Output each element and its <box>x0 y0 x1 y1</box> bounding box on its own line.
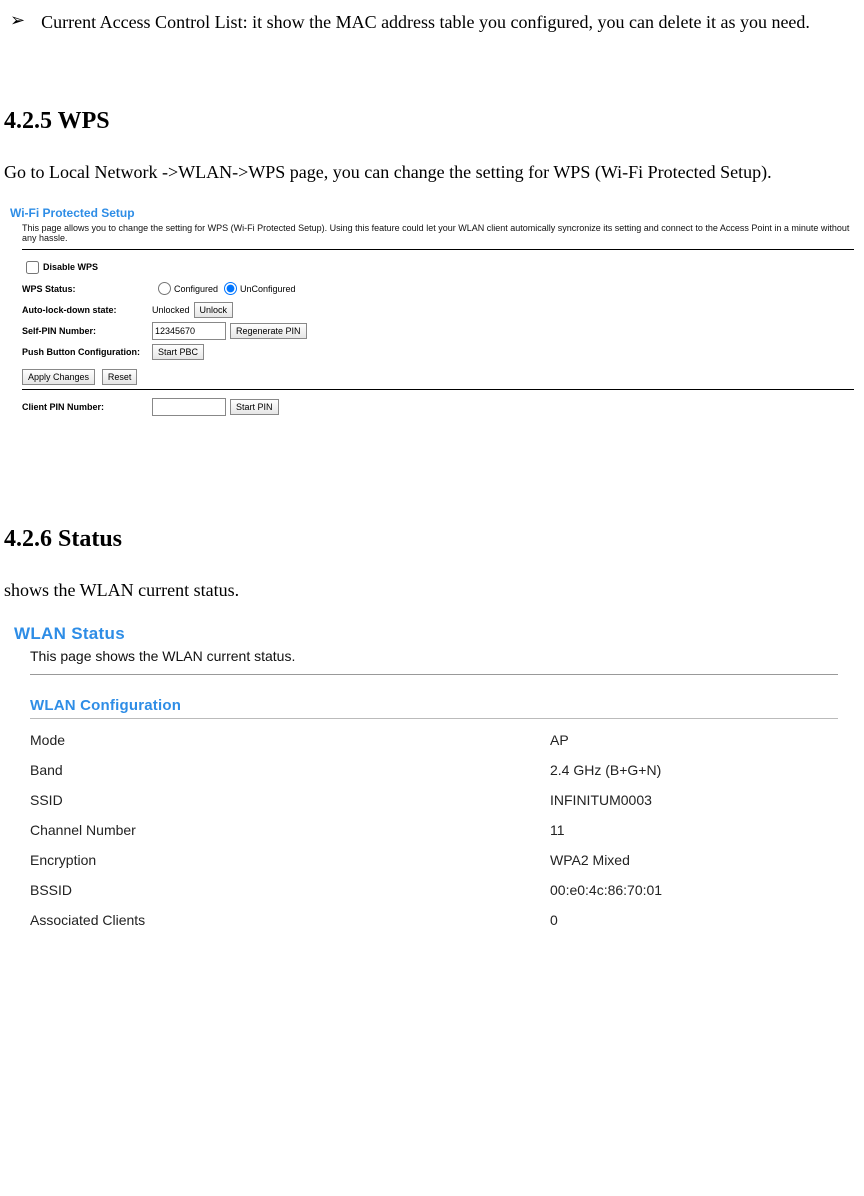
bullet-arrow-icon: ➢ <box>10 6 25 38</box>
status-value: 2.4 GHz (B+G+N) <box>550 762 661 778</box>
section-body-wps: Go to Local Network ->WLAN->WPS page, yo… <box>4 157 858 188</box>
client-pin-row: Client PIN Number: Start PIN <box>22 398 854 416</box>
client-pin-label: Client PIN Number: <box>22 402 152 412</box>
status-row-band: Band 2.4 GHz (B+G+N) <box>30 757 838 783</box>
divider <box>30 674 838 675</box>
wps-panel: Wi-Fi Protected Setup This page allows y… <box>10 206 854 416</box>
disable-wps-checkbox[interactable] <box>26 261 39 274</box>
divider <box>30 718 838 719</box>
status-key: SSID <box>30 792 550 808</box>
status-key: Channel Number <box>30 822 550 838</box>
self-pin-label: Self-PIN Number: <box>22 326 152 336</box>
wps-title: Wi-Fi Protected Setup <box>10 206 854 220</box>
section-heading-wps: 4.2.5 WPS <box>4 108 860 135</box>
status-key: Band <box>30 762 550 778</box>
self-pin-row: Self-PIN Number: Regenerate PIN <box>22 322 854 340</box>
auto-lock-value: Unlocked <box>152 305 190 315</box>
status-row-bssid: BSSID 00:e0:4c:86:70:01 <box>30 877 838 903</box>
section-heading-status: 4.2.6 Status <box>4 526 860 553</box>
status-key: BSSID <box>30 882 550 898</box>
start-pin-button[interactable]: Start PIN <box>230 399 279 415</box>
wps-status-label: WPS Status: <box>22 284 152 294</box>
disable-wps-label: Disable WPS <box>43 262 98 272</box>
status-key: Associated Clients <box>30 912 550 928</box>
status-value: 00:e0:4c:86:70:01 <box>550 882 662 898</box>
divider <box>22 389 854 390</box>
status-value: 0 <box>550 912 558 928</box>
divider <box>22 249 854 250</box>
action-button-row: Apply Changes Reset <box>22 369 854 385</box>
status-key: Encryption <box>30 852 550 868</box>
wps-status-option-configured: Configured <box>174 284 218 294</box>
wps-status-row: WPS Status: Configured UnConfigured <box>22 280 854 298</box>
auto-lock-label: Auto-lock-down state: <box>22 305 152 315</box>
bullet-item: ➢ Current Access Control List: it show t… <box>10 6 858 38</box>
status-row-clients: Associated Clients 0 <box>30 907 838 933</box>
status-row-ssid: SSID INFINITUM0003 <box>30 787 838 813</box>
unlock-button[interactable]: Unlock <box>194 302 234 318</box>
status-row-encryption: Encryption WPA2 Mixed <box>30 847 838 873</box>
auto-lock-row: Auto-lock-down state: Unlocked Unlock <box>22 301 854 319</box>
status-value: AP <box>550 732 569 748</box>
start-pbc-button[interactable]: Start PBC <box>152 344 204 360</box>
wlan-config-subtitle: WLAN Configuration <box>30 697 838 714</box>
status-key: Mode <box>30 732 550 748</box>
wps-status-radio-configured[interactable] <box>158 282 171 295</box>
reset-button[interactable]: Reset <box>102 369 138 385</box>
status-row-mode: Mode AP <box>30 727 838 753</box>
wlan-status-title: WLAN Status <box>14 624 838 644</box>
wps-description: This page allows you to change the setti… <box>22 223 854 243</box>
status-value: INFINITUM0003 <box>550 792 652 808</box>
section-body-status: shows the WLAN current status. <box>4 575 858 606</box>
wlan-status-panel: WLAN Status This page shows the WLAN cur… <box>14 624 838 933</box>
disable-wps-row: Disable WPS <box>22 258 854 277</box>
apply-changes-button[interactable]: Apply Changes <box>22 369 95 385</box>
status-row-channel: Channel Number 11 <box>30 817 838 843</box>
pbc-label: Push Button Configuration: <box>22 347 152 357</box>
pbc-row: Push Button Configuration: Start PBC <box>22 343 854 361</box>
status-value: 11 <box>550 822 565 838</box>
client-pin-input[interactable] <box>152 398 226 416</box>
wps-status-option-unconfigured: UnConfigured <box>240 284 296 294</box>
bullet-text: Current Access Control List: it show the… <box>41 6 858 38</box>
status-value: WPA2 Mixed <box>550 852 630 868</box>
wlan-status-description: This page shows the WLAN current status. <box>30 648 838 664</box>
wps-status-radio-unconfigured[interactable] <box>224 282 237 295</box>
self-pin-input[interactable] <box>152 322 226 340</box>
regenerate-pin-button[interactable]: Regenerate PIN <box>230 323 307 339</box>
